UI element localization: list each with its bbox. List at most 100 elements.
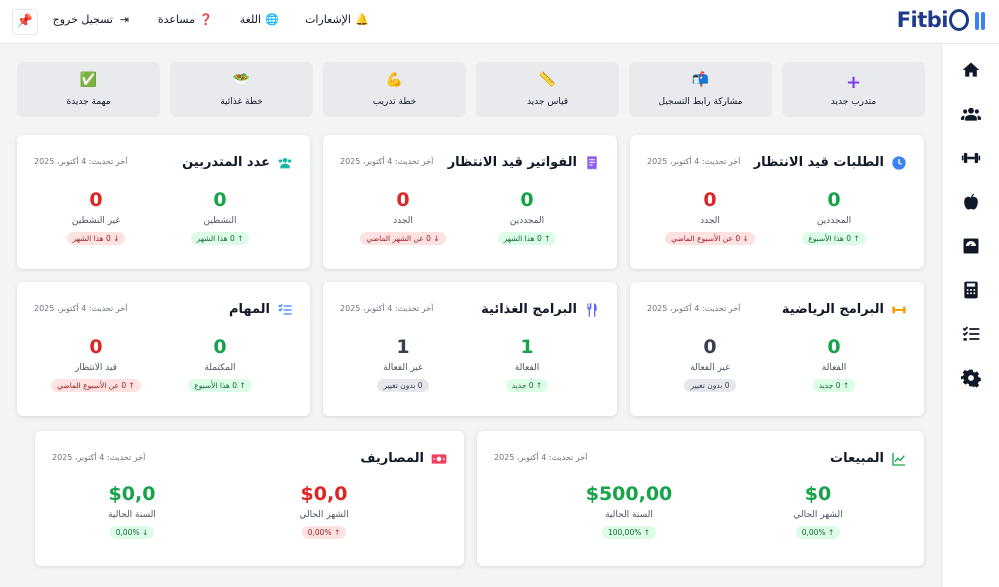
sidebar-item-workouts[interactable] (957, 144, 985, 172)
stat-completed: 0 المكتملة ↑ 0 هذا الأسبوع (160, 336, 280, 392)
stat-label: المجددين (509, 216, 545, 226)
quick-action-new-trainee[interactable]: + متدرب جديد (782, 62, 925, 117)
stat-value: 0 (520, 189, 534, 211)
stat-renewing: 0 المجددين ↑ 0 هذا الشهر (467, 189, 587, 245)
stat-new: 0 الجدد ↓ 0 عن الشهر الماضي (343, 189, 463, 245)
trend-badge: 0 بدون تغيير (377, 379, 429, 392)
scale-icon (963, 238, 979, 254)
quick-action-label: قياس جديد (526, 97, 569, 107)
card-tasks: المهام آخر تحديث: 4 أكتوبر، 2025 0 المكت… (17, 282, 310, 416)
mailbox-icon: 📬 (691, 72, 710, 88)
stat-value: 0 (213, 336, 227, 358)
stat-label: السنة الحالية (605, 510, 653, 520)
quick-action-share-link[interactable]: 📬 مشاركة رابط التسجيل (629, 62, 772, 117)
stat-label: غير الفعالة (690, 363, 730, 373)
stat-label: الفعالة (821, 363, 847, 373)
sidebar-item-home[interactable] (957, 56, 985, 84)
trend-badge: ↑ 0 هذا الشهر (497, 232, 557, 245)
gear-icon (961, 369, 981, 388)
money-icon (431, 454, 447, 464)
stat-value: 1 (520, 336, 534, 358)
help-link[interactable]: ❓ مساعدة (158, 13, 213, 26)
plus-icon: + (845, 72, 862, 93)
trend-badge: ↑ 0 عن الأسبوع الماضي (51, 379, 141, 392)
utensils-icon (587, 303, 597, 317)
sidebar-item-nutrition[interactable] (957, 188, 985, 216)
language-link[interactable]: 🌐 اللغة (240, 13, 279, 26)
last-updated: آخر تحديث: 4 أكتوبر، 2025 (340, 304, 434, 313)
sidebar-item-finance[interactable] (957, 276, 985, 304)
help-label: مساعدة (157, 13, 195, 26)
question-circle-icon: ❓ (199, 13, 213, 26)
stat-value: 0 (827, 336, 841, 358)
dumbbell-icon (961, 153, 981, 163)
users-icon (961, 107, 981, 121)
stat-value: 0 (827, 189, 841, 211)
stat-current-month: $0 الشهر الحالي ↑ 0,00% (758, 483, 878, 539)
quick-action-diet-plan[interactable]: 🥗 خطة غذائية (170, 62, 313, 117)
stat-value: 1 (396, 336, 410, 358)
trend-badge: ↓ 0,00% (109, 526, 155, 539)
ruler-icon: 📏 (538, 72, 557, 88)
stat-label: الجدد (700, 216, 720, 226)
quick-action-label: متدرب جديد (830, 97, 877, 107)
card-title: المصاريف (360, 451, 424, 466)
trend-badge: ↑ 100,00% (601, 526, 657, 539)
users-icon (278, 158, 292, 169)
sidebar-item-trainees[interactable] (957, 100, 985, 128)
stat-value: $0,0 (300, 483, 348, 505)
pin-icon[interactable]: 📌 (12, 9, 38, 35)
sidebar-item-tasks[interactable] (957, 320, 985, 348)
quick-action-new-task[interactable]: ✅ مهمة جديدة (17, 62, 160, 117)
sidebar-item-measurements[interactable] (957, 232, 985, 260)
stat-value: $0,0 (108, 483, 156, 505)
stat-value: $0 (804, 483, 832, 505)
card-diet-programs: البرامج الغذائية آخر تحديث: 4 أكتوبر، 20… (323, 282, 617, 416)
invoice-icon (587, 156, 597, 170)
logout-icon: ⇥ (119, 13, 130, 26)
card-title: المهام (228, 302, 270, 317)
stat-current-year: $0,0 السنة الحالية ↓ 0,00% (72, 483, 192, 539)
stat-value: 0 (89, 189, 103, 211)
stat-new: 0 الجدد ↓ 0 عن الأسبوع الماضي (650, 189, 770, 245)
last-updated: آخر تحديث: 4 أكتوبر، 2025 (34, 304, 128, 313)
last-updated: آخر تحديث: 4 أكتوبر، 2025 (647, 157, 741, 166)
logo-q-mark (949, 9, 969, 31)
quick-action-label: مشاركة رابط التسجيل (658, 97, 743, 107)
card-sales: المبيعات آخر تحديث: 4 أكتوبر، 2025 $0 ال… (477, 431, 924, 566)
quick-action-workout-plan[interactable]: 💪 خطة تدريب (323, 62, 466, 117)
stat-label: المجددين (816, 216, 852, 226)
apple-icon (964, 193, 978, 210)
stat-label: المكتملة (204, 363, 236, 373)
stat-value: 0 (396, 189, 410, 211)
checklist-icon (278, 304, 292, 315)
card-title: البرامج الغذائية (481, 302, 577, 317)
stat-label: غير الفعالة (383, 363, 423, 373)
trend-badge: ↑ 0 جديد (505, 379, 549, 392)
last-updated: آخر تحديث: 4 أكتوبر، 2025 (647, 304, 741, 313)
trend-badge: ↑ 0 هذا الشهر (190, 232, 250, 245)
stat-label: غير النشطين (71, 216, 121, 226)
bell-icon: 🔔 (355, 13, 369, 26)
last-updated: آخر تحديث: 4 أكتوبر، 2025 (34, 157, 128, 166)
stat-label: الشهر الحالي (793, 510, 843, 520)
notifications-link[interactable]: 🔔 الإشعارات (305, 13, 369, 26)
dumbbell-icon (892, 306, 906, 314)
trend-badge: ↑ 0 جديد (812, 379, 856, 392)
card-title: عدد المتدربين (182, 155, 270, 170)
trend-badge: ↓ 0 عن الأسبوع الماضي (665, 232, 755, 245)
stat-label: قيد الانتظار (75, 363, 117, 373)
stat-label: النشطين (203, 216, 237, 226)
trend-badge: ↓ 0 عن الشهر الماضي (360, 232, 446, 245)
quick-action-new-measurement[interactable]: 📏 قياس جديد (476, 62, 619, 117)
stat-value: $500,00 (585, 483, 673, 505)
last-updated: آخر تحديث: 4 أكتوبر، 2025 (340, 157, 434, 166)
logout-link[interactable]: ⇥ تسجيل خروج (53, 13, 131, 26)
trend-badge: ↑ 0,00% (301, 526, 347, 539)
sidebar-item-settings[interactable] (957, 364, 985, 392)
salad-icon: 🥗 (232, 72, 251, 88)
trend-badge: ↓ 0 هذا الشهر (66, 232, 126, 245)
brand-logo[interactable]: Fitbi (897, 8, 985, 35)
stat-pending: 0 قيد الانتظار ↑ 0 عن الأسبوع الماضي (36, 336, 156, 392)
stat-inactive: 0 غير الفعالة 0 بدون تغيير (650, 336, 770, 392)
